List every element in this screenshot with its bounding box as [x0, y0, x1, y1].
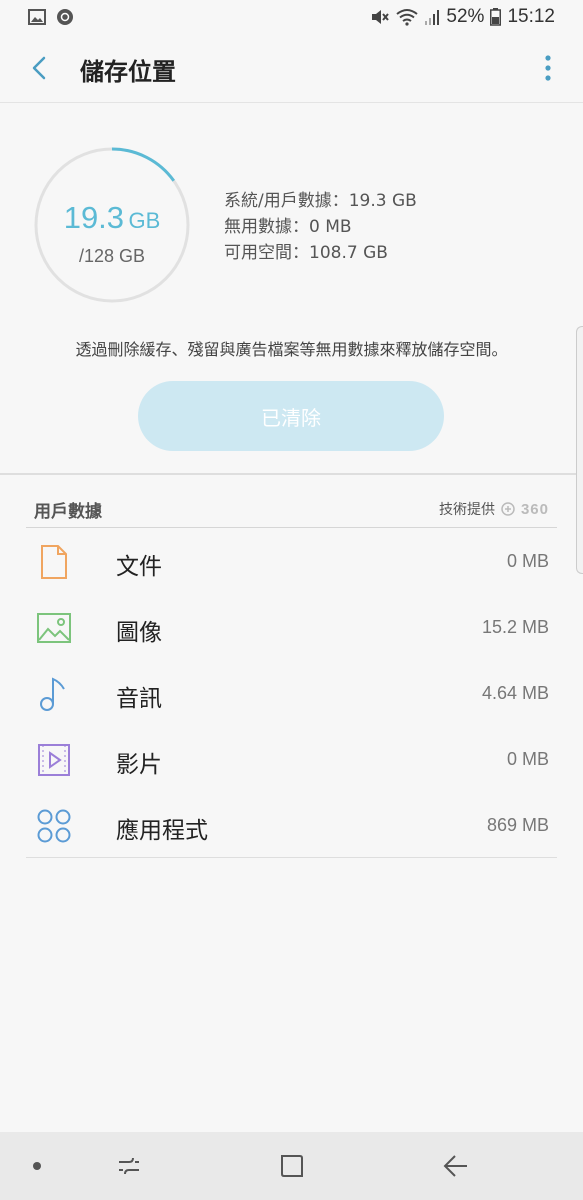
wifi-icon: [396, 9, 419, 26]
battery-percent: 52%: [446, 6, 485, 27]
app-bar: 儲存位置: [0, 36, 583, 103]
mute-icon: [372, 10, 390, 24]
home-icon[interactable]: [278, 1152, 306, 1180]
used-storage-value: 19.3: [63, 200, 125, 235]
image-icon: [37, 613, 71, 643]
back-arrow-icon[interactable]: [24, 52, 56, 84]
recent-apps-icon[interactable]: [115, 1152, 143, 1180]
list-item-videos[interactable]: 影片 0 MB: [26, 727, 557, 793]
apps-icon: [37, 809, 71, 843]
list-divider: [26, 857, 557, 858]
stat-junk-data: 無用數據：0 MB: [224, 217, 352, 237]
section-title: 用戶數據: [34, 502, 102, 522]
music-note-icon: [40, 677, 65, 711]
back-icon[interactable]: [441, 1152, 469, 1180]
list-item-images[interactable]: 圖像 15.2 MB: [26, 595, 557, 661]
scrollbar-handle[interactable]: [576, 326, 583, 574]
list-item-documents[interactable]: 文件 0 MB: [26, 529, 557, 595]
clock: 15:12: [507, 6, 555, 27]
list-item-label: 圖像: [116, 620, 162, 646]
list-item-label: 影片: [116, 752, 162, 778]
status-bar: 52% 15:12: [0, 0, 583, 36]
gallery-icon: [28, 9, 46, 25]
nav-dot-icon[interactable]: [33, 1162, 41, 1170]
settings-notification-icon: [57, 9, 73, 25]
provider-credit: 技術提供 360: [439, 499, 549, 519]
battery-icon: [490, 8, 502, 26]
page-title: 儲存位置: [80, 58, 176, 86]
provider-brand: 360: [520, 500, 549, 518]
list-item-size: 0 MB: [506, 551, 549, 571]
video-icon: [38, 744, 70, 776]
used-storage-unit: GB: [128, 208, 161, 233]
list-item-size: 15.2 MB: [481, 617, 549, 637]
provider-label: 技術提供: [438, 502, 495, 518]
section-divider: [0, 473, 583, 475]
list-item-size: 0 MB: [506, 749, 549, 769]
stat-system-user-data: 系統/用戶數據：19.3 GB: [224, 191, 417, 211]
cleanup-description: 透過刪除緩存、殘留與廣告檔案等無用數據來釋放儲存空間。: [75, 340, 508, 359]
used-storage: 19.3 GB: [34, 200, 190, 236]
stat-available-space: 可用空間：108.7 GB: [224, 243, 388, 263]
user-data-list: 文件 0 MB 圖像 15.2 MB 音訊 4.64 MB 影片 0 MB 應用…: [26, 529, 557, 859]
document-icon: [41, 545, 67, 579]
signal-icon: [425, 10, 440, 25]
list-item-label: 應用程式: [116, 818, 208, 844]
list-item-audio[interactable]: 音訊 4.64 MB: [26, 661, 557, 727]
storage-stats: 系統/用戶數據：19.3 GB 無用數據：0 MB 可用空間：108.7 GB: [224, 188, 417, 266]
navigation-bar: [0, 1132, 583, 1200]
list-item-size: 869 MB: [486, 815, 549, 835]
provider-logo-icon: [501, 502, 515, 516]
list-item-label: 音訊: [116, 686, 162, 712]
list-item-apps[interactable]: 應用程式 869 MB: [26, 793, 557, 859]
list-item-label: 文件: [116, 554, 162, 580]
total-storage: /128 GB: [78, 246, 146, 266]
user-data-header: 用戶數據 技術提供 360: [26, 493, 557, 528]
cleaned-button[interactable]: 已清除: [138, 381, 444, 451]
more-vertical-icon[interactable]: [543, 54, 553, 82]
list-item-size: 4.64 MB: [481, 683, 549, 703]
